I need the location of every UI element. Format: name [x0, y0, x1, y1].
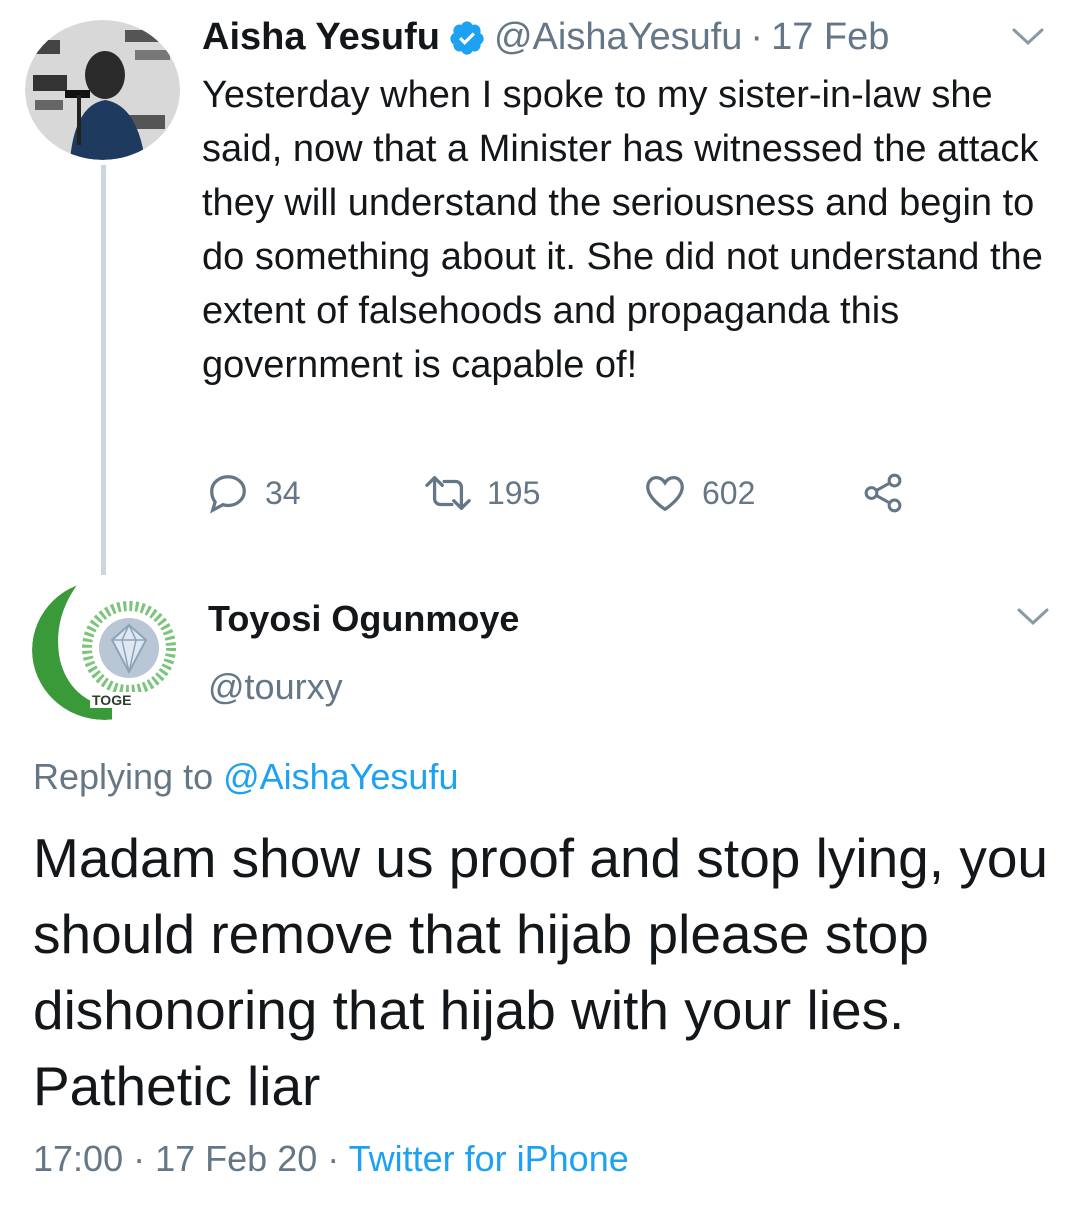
retweet-button[interactable]: 195 [423, 470, 540, 516]
tweet-source-link[interactable]: Twitter for iPhone [349, 1138, 629, 1179]
tweet-actions: 34 195 602 [205, 470, 925, 520]
like-button[interactable]: 602 [642, 470, 755, 516]
author-name[interactable]: Aisha Yesufu [202, 16, 440, 59]
reply-author-handle[interactable]: @tourxy [208, 666, 343, 708]
chevron-down-icon[interactable] [1015, 605, 1051, 629]
tweet-text: Yesterday when I spoke to my sister-in-l… [202, 74, 1043, 386]
reply-author-name[interactable]: Toyosi Ogunmoye [208, 598, 519, 640]
chevron-down-icon[interactable] [1010, 25, 1046, 49]
author-handle[interactable]: @AishaYesufu [494, 16, 742, 59]
retweet-icon [425, 476, 471, 510]
like-count: 602 [702, 474, 756, 511]
thread-connector-line [101, 165, 106, 575]
tweet-date[interactable]: 17 Feb [771, 16, 889, 59]
replying-to-line: Replying to @AishaYesufu [33, 756, 458, 798]
reply-icon [209, 475, 246, 514]
tweet-time: 17:00 [33, 1138, 124, 1179]
tweet-full-date: 17 Feb 20 [155, 1138, 318, 1179]
tweet-metadata: 17:00 · 17 Feb 20 · Twitter for iPhone [33, 1138, 629, 1180]
header-separator: · [750, 16, 764, 58]
replying-to-label: Replying to [33, 756, 224, 797]
reply-tweet-text: Madam show us proof and stop lying, you … [33, 827, 1049, 1117]
author-avatar[interactable] [25, 20, 180, 160]
reply-author-avatar[interactable]: TOGE [32, 580, 177, 720]
reply-count: 34 [265, 474, 301, 511]
heart-icon [646, 476, 684, 512]
share-button[interactable] [860, 470, 920, 516]
meta-separator: · [133, 1138, 146, 1179]
replying-to-mention[interactable]: @AishaYesufu [223, 756, 458, 797]
share-icon [864, 473, 902, 513]
tweet-header: Aisha Yesufu @AishaYesufu · 17 Feb [202, 16, 889, 59]
avatar-logo-text: TOGE [92, 692, 131, 708]
retweet-count: 195 [487, 474, 541, 511]
verified-icon [448, 19, 486, 57]
reply-button[interactable]: 34 [205, 470, 301, 516]
meta-separator: · [327, 1138, 340, 1179]
